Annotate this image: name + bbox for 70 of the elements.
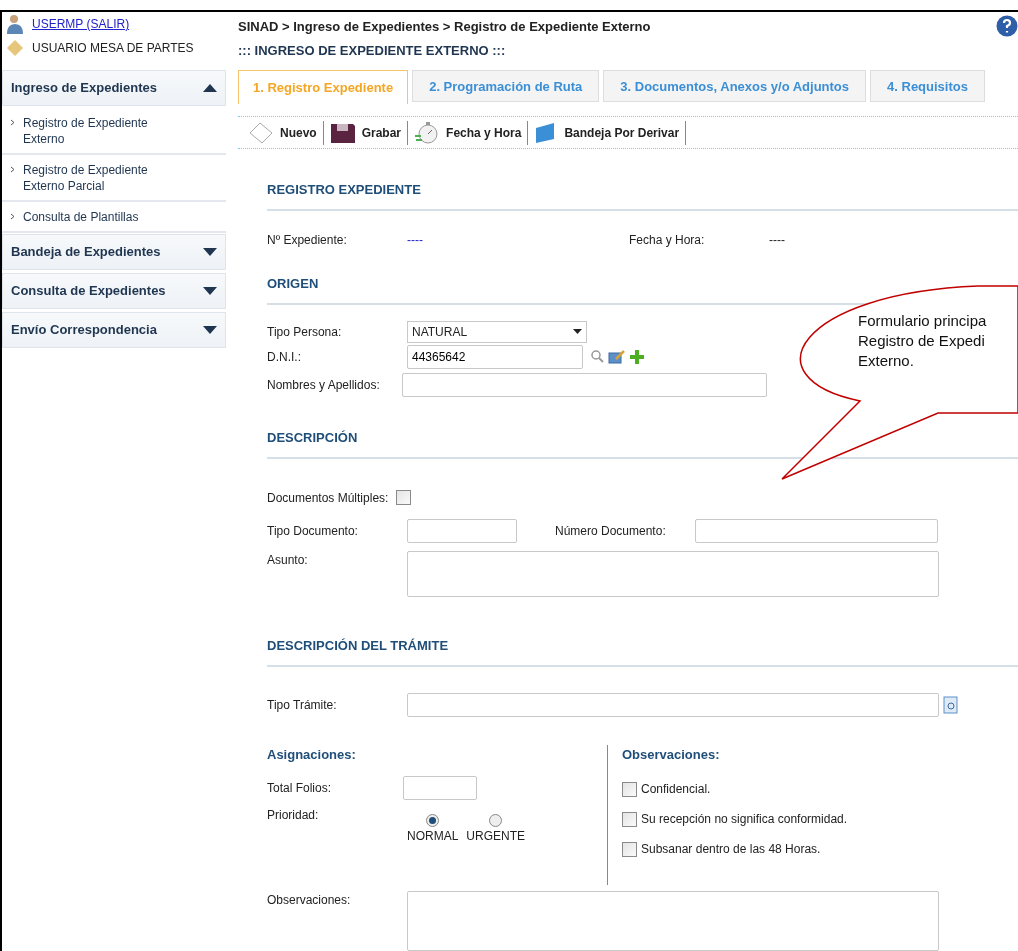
- role-badge-icon: [6, 39, 24, 57]
- document-type-field[interactable]: [407, 519, 517, 543]
- menu-item[interactable]: Consulta de Plantillas: [23, 209, 173, 225]
- menu-group-header[interactable]: Consulta de Expedientes: [2, 273, 226, 309]
- observations-field[interactable]: [407, 891, 939, 951]
- page-title: ::: INGRESO DE EXPEDIENTE EXTERNO :::: [238, 41, 507, 60]
- names-field[interactable]: [402, 373, 767, 397]
- plus-icon[interactable]: [630, 350, 644, 364]
- chevron-icon: [10, 119, 15, 126]
- field-label: Número Documento:: [555, 523, 667, 540]
- chevron-icon: [10, 213, 15, 220]
- document-number-field[interactable]: [695, 519, 938, 543]
- toolbar-button[interactable]: Grabar: [361, 123, 402, 142]
- field-label: D.N.I.:: [267, 349, 302, 366]
- logout-link[interactable]: USERMP (SALIR): [32, 15, 130, 33]
- field-label: Tipo Persona:: [267, 324, 343, 341]
- field-label: Observaciones:: [267, 892, 352, 909]
- checkbox[interactable]: [622, 782, 637, 797]
- callout-text: Formulario principa Registro de Expedi Externo.: [858, 311, 987, 371]
- menu-group-header[interactable]: Envío Correspondencia: [2, 312, 226, 348]
- field-label: Fecha y Hora:: [629, 232, 706, 249]
- subject-field[interactable]: [407, 551, 939, 597]
- user-role: USUARIO MESA DE PARTES: [32, 40, 194, 57]
- field-label: Prioridad:: [267, 807, 320, 825]
- document-search-icon[interactable]: [943, 696, 959, 714]
- procedure-type-field[interactable]: [407, 693, 939, 717]
- dropdown[interactable]: NATURAL: [407, 321, 587, 343]
- section-heading: DESCRIPCIÓN DEL TRÁMITE: [267, 638, 449, 653]
- section-heading: DESCRIPCIÓN: [267, 430, 358, 445]
- dni-field[interactable]: 44365642: [407, 345, 583, 369]
- checkbox-label: Su recepción no significa conformidad.: [641, 811, 848, 829]
- checkbox[interactable]: [396, 490, 412, 506]
- section-heading: REGISTRO EXPEDIENTE: [267, 182, 421, 197]
- field-value: ----: [407, 232, 424, 249]
- chevron-icon: [10, 166, 15, 173]
- field-value: ----: [769, 232, 786, 249]
- section-heading: ORIGEN: [267, 276, 319, 291]
- total-folios-field[interactable]: [403, 776, 477, 801]
- menu-item[interactable]: Registro de Expediente Externo: [23, 115, 173, 147]
- menu-group-header[interactable]: Ingreso de Expedientes: [2, 70, 226, 106]
- field-label: Nº Expediente:: [267, 232, 348, 249]
- radio-button[interactable]: [489, 814, 503, 828]
- toolbar-button[interactable]: Nuevo: [280, 123, 317, 142]
- blank-page-icon: [248, 120, 274, 145]
- help-icon[interactable]: [996, 15, 1018, 38]
- user-avatar-icon: [6, 14, 24, 34]
- checkbox[interactable]: [622, 812, 637, 827]
- breadcrumb: SINAD > Ingreso de Expedientes > Registro de Expediente Externo: [238, 17, 651, 36]
- dropdown-arrow-icon: [573, 329, 582, 335]
- search-icon[interactable]: [591, 350, 604, 364]
- checkbox-label: Confidencial.: [641, 781, 711, 799]
- checkbox[interactable]: [622, 842, 637, 857]
- field-label: Asunto:: [267, 552, 309, 569]
- radio-label: URGENTE: [466, 828, 525, 846]
- subsection-heading: Asignaciones:: [267, 746, 357, 764]
- menu-item[interactable]: Registro de Expediente Externo Parcial: [23, 162, 173, 194]
- field-label: Tipo Trámite:: [267, 697, 338, 714]
- checkbox-label: Subsanar dentro de las 48 Horas.: [641, 841, 821, 859]
- radio-button[interactable]: [426, 814, 440, 828]
- field-label: Documentos Múltiples:: [267, 490, 389, 507]
- field-label: Total Folios:: [267, 780, 333, 798]
- field-label: Nombres y Apellidos:: [267, 377, 381, 394]
- edit-icon[interactable]: [608, 350, 626, 364]
- subsection-heading: Observaciones:: [622, 746, 721, 764]
- radio-label: NORMAL: [407, 828, 459, 846]
- menu-group-header[interactable]: Bandeja de Expedientes: [2, 234, 226, 270]
- toolbar-button[interactable]: Fecha y Hora: [446, 123, 522, 142]
- field-label: Tipo Documento:: [267, 523, 359, 540]
- stopwatch-icon: [414, 120, 441, 145]
- toolbar-button[interactable]: Bandeja Por Derivar: [564, 123, 680, 142]
